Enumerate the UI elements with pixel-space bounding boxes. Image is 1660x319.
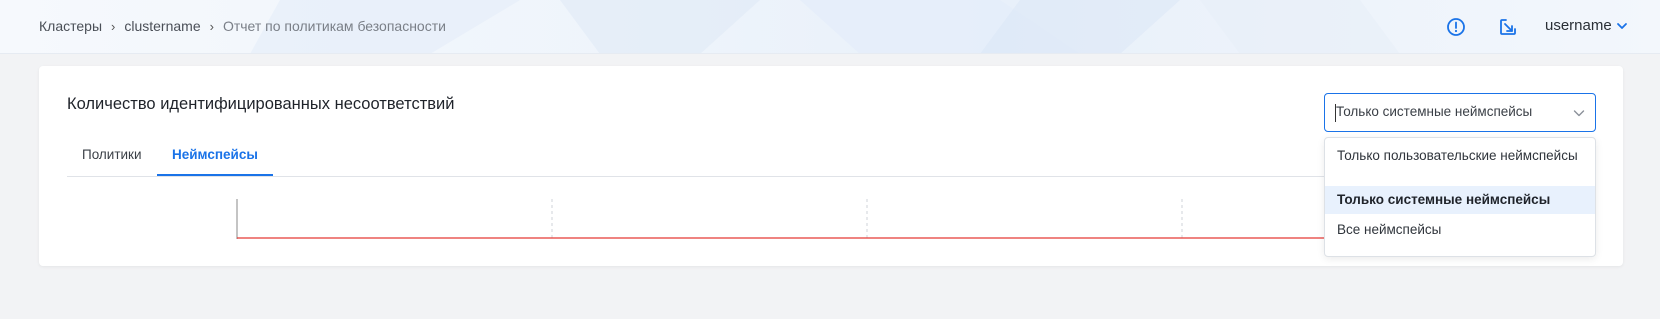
option-all-namespaces[interactable]: Все неймспейсы xyxy=(1325,216,1595,244)
top-header: Кластеры › clustername › Отчет по полити… xyxy=(0,0,1660,54)
tab-bar: Политики Неймспейсы xyxy=(67,136,1451,177)
option-system-namespaces[interactable]: Только системные неймспейсы xyxy=(1325,186,1595,214)
breadcrumb-separator: › xyxy=(111,18,116,34)
breadcrumb-separator: › xyxy=(209,18,214,34)
breadcrumb-clustername[interactable]: clustername xyxy=(124,18,200,34)
chevron-down-icon xyxy=(1573,110,1585,117)
namespace-filter-dropdown: Только пользовательские неймспейсы Тольк… xyxy=(1324,137,1596,257)
username-label: username xyxy=(1545,17,1612,34)
tab-policies[interactable]: Политики xyxy=(67,136,157,176)
alert-circle-icon[interactable] xyxy=(1446,17,1466,37)
breadcrumb-clusters[interactable]: Кластеры xyxy=(39,18,102,34)
breadcrumb-current-page: Отчет по политикам безопасности xyxy=(222,18,446,34)
breadcrumb: Кластеры › clustername › Отчет по полити… xyxy=(39,18,446,34)
external-link-icon[interactable] xyxy=(1498,17,1518,37)
chevron-down-icon xyxy=(1616,22,1627,29)
namespace-filter-value: Только системные неймспейсы xyxy=(1336,104,1533,119)
user-menu[interactable]: username xyxy=(1545,17,1628,34)
namespace-filter-select[interactable]: Только системные неймспейсы xyxy=(1324,93,1596,132)
option-user-namespaces[interactable]: Только пользовательские неймспейсы xyxy=(1325,148,1595,163)
card-title: Количество идентифицированных несоответс… xyxy=(67,95,455,113)
tab-namespaces[interactable]: Неймспейсы xyxy=(157,136,273,176)
